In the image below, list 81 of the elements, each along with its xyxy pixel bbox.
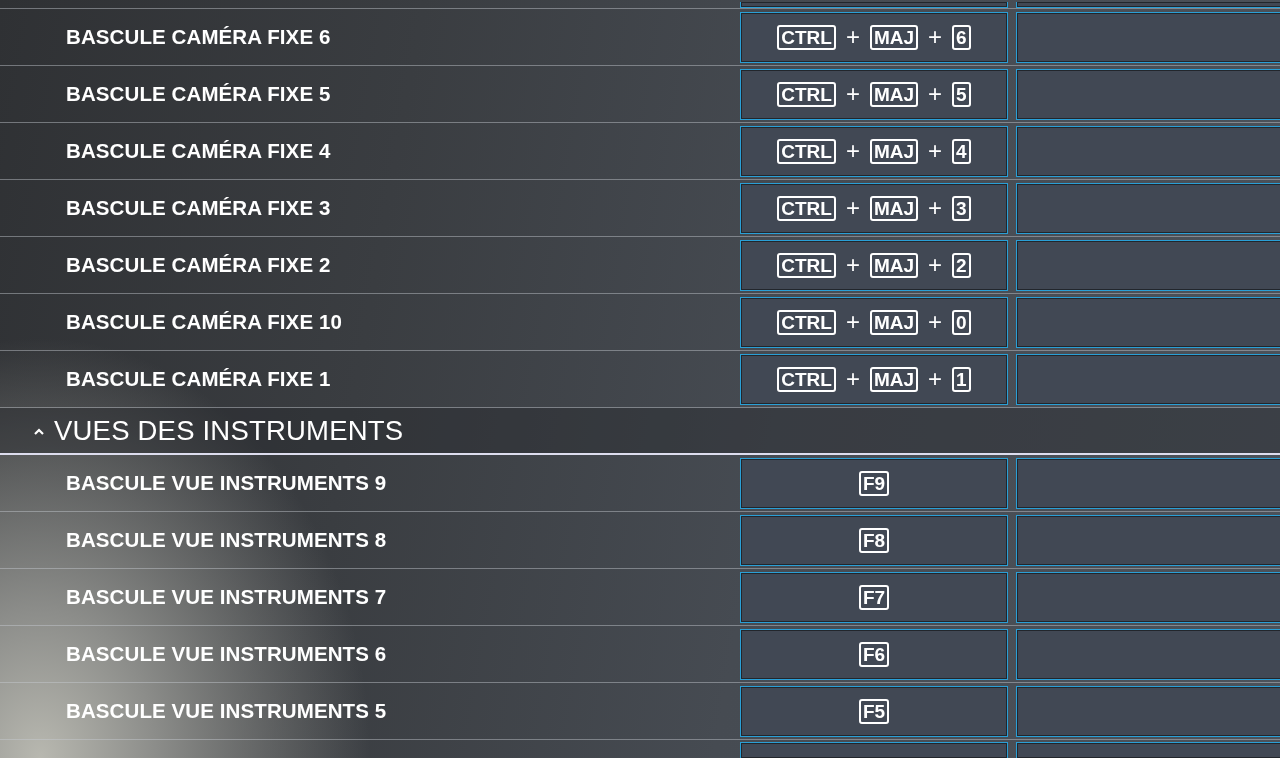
binding-slot[interactable] [1016,457,1280,509]
key-cap: MAJ [869,252,919,278]
action-label: BASCULE VUE INSTRUMENTS 8 [65,526,388,553]
action-label: BASCULE VUE INSTRUMENTS 9 [65,469,388,496]
binding-slot[interactable] [1016,571,1280,623]
plus-sign: + [928,82,943,106]
binding-slot[interactable]: F9 [740,457,1008,509]
plus-sign: + [845,82,860,106]
binding-slot[interactable]: CTRL + MAJ + 5 [740,68,1008,120]
key-cap: F5 [858,698,890,724]
binding-slot[interactable]: CTRL + MAJ + 6 [740,11,1008,63]
binding-slot[interactable]: CTRL + MAJ + 1 [740,353,1008,405]
key-cap: CTRL [777,81,836,107]
key-cap: CTRL [777,252,836,278]
plus-sign: + [845,367,860,391]
key-cap: MAJ [869,309,919,335]
key-cap: CTRL [777,309,836,335]
key-cap: F6 [858,641,890,667]
section-header[interactable]: VUES DES INSTRUMENTS [0,408,1280,455]
action-label: BASCULE CAMÉRA FIXE 2 [65,251,332,278]
action-label: BASCULE VUE INSTRUMENTS 5 [65,697,388,724]
action-label: BASCULE CAMÉRA FIXE 1 [65,365,332,392]
plus-sign: + [845,139,860,163]
binding-slot[interactable] [1016,125,1280,177]
binding-slot[interactable] [1016,11,1280,63]
binding-slot[interactable]: F6 [740,628,1008,680]
plus-sign: + [845,253,860,277]
key-cap: CTRL [777,24,836,50]
key-cap: F8 [858,527,890,553]
binding-slot[interactable]: F8 [740,514,1008,566]
key-cap: CTRL [777,366,836,392]
binding-slot[interactable]: F5 [740,685,1008,737]
plus-sign: + [928,310,943,334]
binding-slot[interactable] [740,2,1008,8]
key-cap: MAJ [869,138,919,164]
key-cap: 5 [952,81,971,107]
action-label: BASCULE CAMÉRA FIXE 6 [65,23,332,50]
binding-slot[interactable] [1016,353,1280,405]
key-cap: F9 [858,470,890,496]
plus-sign: + [845,25,860,49]
binding-slot[interactable] [1016,2,1280,8]
binding-slot[interactable] [1016,742,1280,758]
binding-slot[interactable] [1016,685,1280,737]
binding-slot[interactable]: F7 [740,571,1008,623]
binding-slot[interactable] [740,742,1008,758]
plus-sign: + [928,367,943,391]
key-cap: F7 [858,584,890,610]
key-cap: MAJ [869,81,919,107]
key-cap: MAJ [869,195,919,221]
plus-sign: + [845,310,860,334]
key-cap: 3 [952,195,971,221]
key-cap: 6 [952,24,971,50]
action-label: BASCULE CAMÉRA FIXE 10 [65,308,343,335]
binding-slot[interactable]: CTRL + MAJ + 3 [740,182,1008,234]
plus-sign: + [928,25,943,49]
binding-slot[interactable] [1016,68,1280,120]
action-label: BASCULE VUE INSTRUMENTS 7 [65,583,388,610]
plus-sign: + [845,196,860,220]
binding-slot[interactable] [1016,182,1280,234]
key-cap: 2 [952,252,971,278]
key-cap: 0 [952,309,971,335]
binding-slot[interactable] [1016,239,1280,291]
binding-slot[interactable]: CTRL + MAJ + 2 [740,239,1008,291]
action-label: BASCULE CAMÉRA FIXE 4 [65,137,332,164]
action-label: BASCULE CAMÉRA FIXE 5 [65,80,332,107]
action-label: BASCULE CAMÉRA FIXE 3 [65,194,332,221]
binding-slot[interactable]: CTRL + MAJ + 4 [740,125,1008,177]
key-cap: 1 [952,366,971,392]
key-cap: MAJ [869,366,919,392]
key-cap: 4 [952,138,971,164]
key-cap: CTRL [777,138,836,164]
plus-sign: + [928,253,943,277]
plus-sign: + [928,196,943,220]
binding-slot[interactable] [1016,514,1280,566]
key-cap: MAJ [869,24,919,50]
action-label: BASCULE VUE INSTRUMENTS 6 [65,640,388,667]
key-cap: CTRL [777,195,836,221]
binding-slot[interactable] [1016,296,1280,348]
plus-sign: + [928,139,943,163]
binding-slot[interactable]: CTRL + MAJ + 0 [740,296,1008,348]
binding-slot[interactable] [1016,628,1280,680]
